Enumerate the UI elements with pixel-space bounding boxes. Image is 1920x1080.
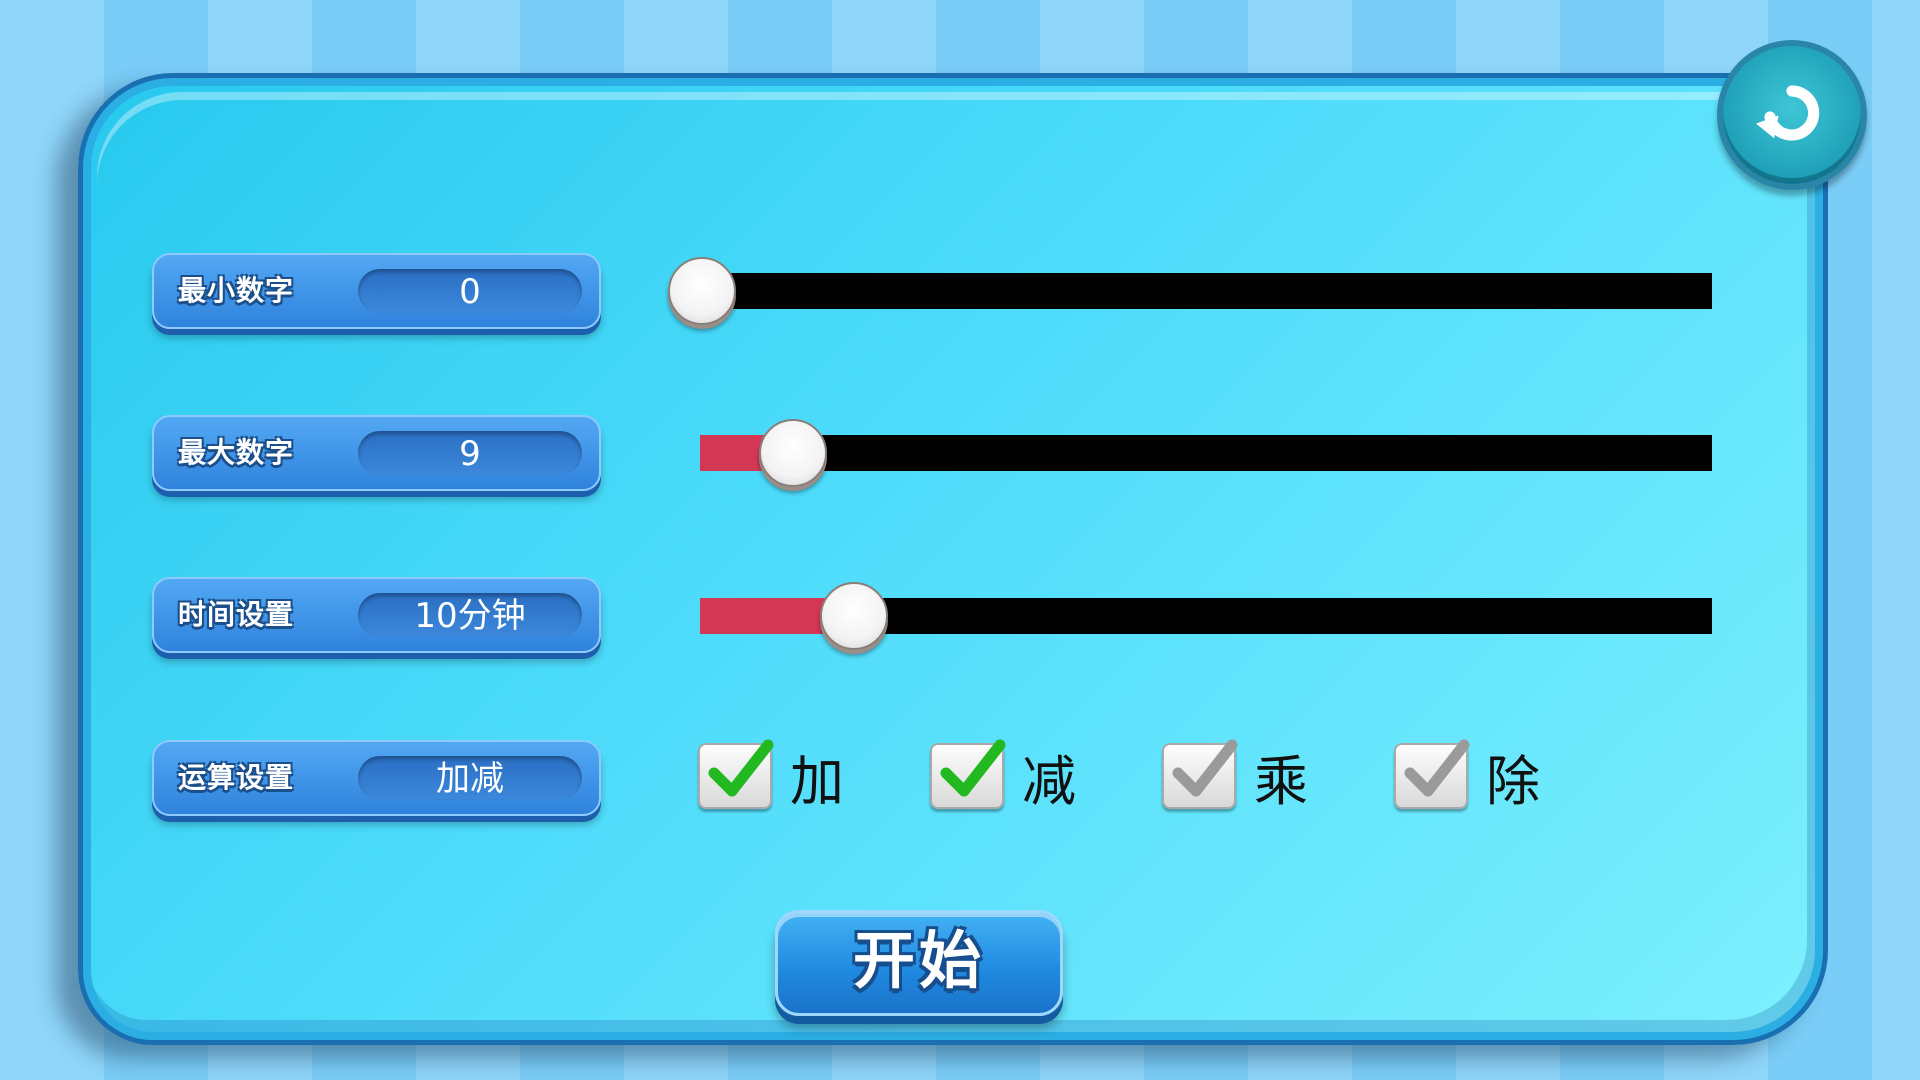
max-number-title: 最大数字 xyxy=(178,436,295,469)
operation-subtract[interactable]: 减 xyxy=(930,739,1076,813)
operations-title: 运算设置 xyxy=(178,761,295,794)
time-title: 时间设置 xyxy=(178,598,295,631)
time-slider[interactable] xyxy=(700,582,1712,650)
add-label: 加 xyxy=(790,749,844,813)
time-label-box: 时间设置 10分钟 xyxy=(152,577,601,653)
slider-knob[interactable] xyxy=(759,419,827,487)
panel-glow xyxy=(97,92,1809,1026)
subtract-label: 减 xyxy=(1022,749,1076,813)
slider-track xyxy=(700,435,1712,471)
checkmark-icon xyxy=(708,739,774,797)
operations-value: 加减 xyxy=(358,756,582,800)
slider-knob[interactable] xyxy=(820,582,888,650)
max-number-slider[interactable] xyxy=(700,419,1712,487)
max-number-label-box: 最大数字 9 xyxy=(152,415,601,491)
settings-panel xyxy=(78,73,1828,1045)
operation-divide[interactable]: 除 xyxy=(1394,739,1540,813)
slider-knob[interactable] xyxy=(668,257,736,325)
min-number-value: 0 xyxy=(358,269,582,313)
operations-label-box: 运算设置 加减 xyxy=(152,740,601,816)
max-number-value: 9 xyxy=(358,431,582,475)
slider-track xyxy=(700,273,1712,309)
operation-multiply[interactable]: 乘 xyxy=(1162,739,1308,813)
add-checkbox[interactable] xyxy=(698,739,774,809)
start-label: 开始 xyxy=(852,924,985,997)
divide-label: 除 xyxy=(1486,749,1540,813)
multiply-checkbox[interactable] xyxy=(1162,739,1238,809)
divide-checkbox[interactable] xyxy=(1394,739,1470,809)
min-number-slider[interactable] xyxy=(668,257,1712,325)
min-number-label-box: 最小数字 0 xyxy=(152,253,601,329)
min-number-title: 最小数字 xyxy=(178,274,295,307)
back-button[interactable] xyxy=(1717,40,1867,190)
time-value: 10分钟 xyxy=(358,593,582,637)
subtract-checkbox[interactable] xyxy=(930,739,1006,809)
back-arrow-icon xyxy=(1755,85,1820,141)
checkmark-icon xyxy=(1404,739,1470,797)
multiply-label: 乘 xyxy=(1254,749,1308,813)
checkmark-icon xyxy=(1172,739,1238,797)
start-button[interactable]: 开始 xyxy=(775,910,1063,1016)
operation-add[interactable]: 加 xyxy=(698,739,844,813)
checkmark-icon xyxy=(940,739,1006,797)
